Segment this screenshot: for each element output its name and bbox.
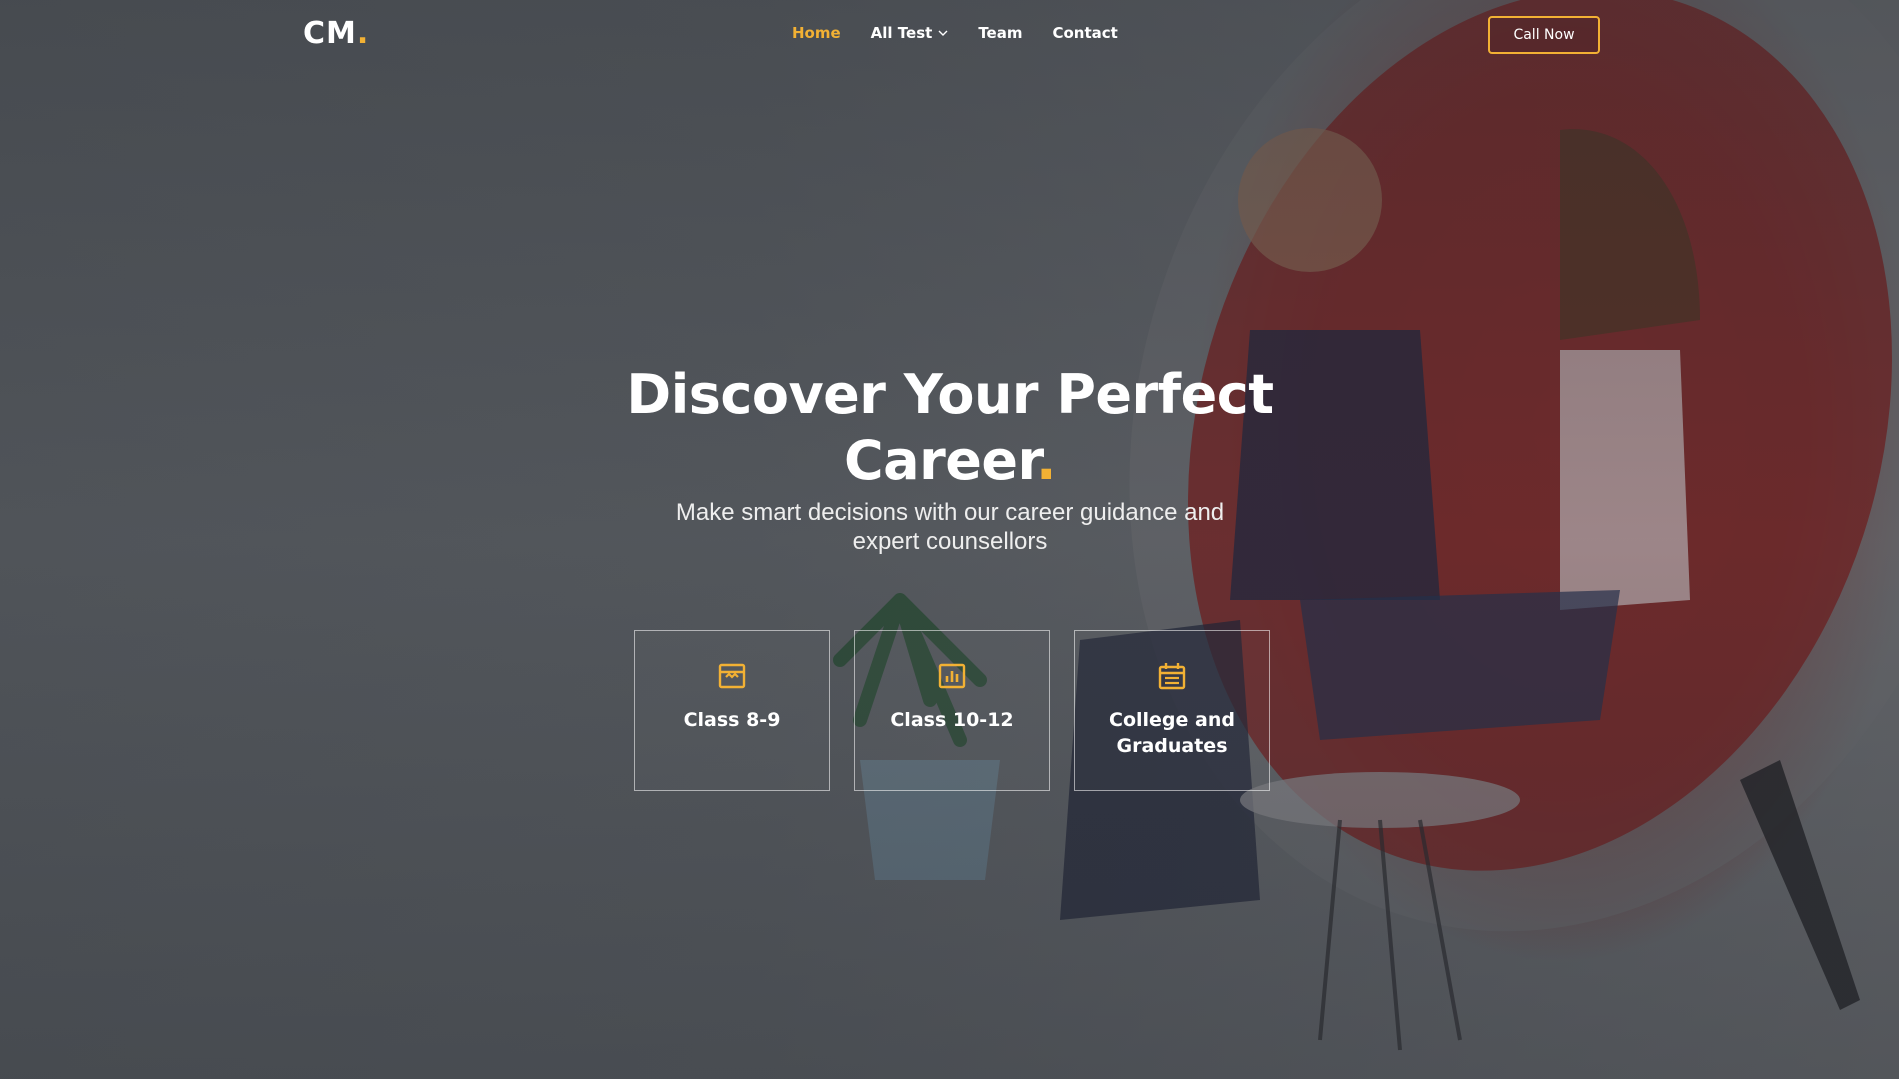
bar-chart-icon (938, 663, 966, 689)
card-label: Class 10-12 (890, 709, 1014, 731)
card-label: College and Graduates (1109, 709, 1235, 757)
card-class-10-12[interactable]: Class 10-12 (854, 630, 1050, 791)
nav-contact[interactable]: Contact (1052, 24, 1117, 42)
hero-title-line2: Career (844, 429, 1036, 492)
nav-all-test[interactable]: All Test (871, 24, 949, 42)
card-class-8-9[interactable]: Class 8-9 (634, 630, 830, 791)
logo-dot: . (356, 16, 370, 51)
hero-title-dot: . (1035, 429, 1057, 492)
card-college-graduates[interactable]: College and Graduates (1074, 630, 1270, 791)
hero-title: Discover Your Perfect Career. (600, 362, 1300, 494)
nav-links: Home All Test Team Contact (792, 24, 1118, 42)
hero-title-line1: Discover Your Perfect (626, 363, 1274, 426)
call-now-button[interactable]: Call Now (1488, 16, 1600, 54)
nav-home[interactable]: Home (792, 24, 841, 42)
navbar: CM. Home All Test Team Contact Call Now (0, 0, 1899, 70)
category-cards: Class 8-9 Class 10-12 College and Gradua… (634, 630, 1270, 791)
nav-team[interactable]: Team (978, 24, 1022, 42)
brand-logo[interactable]: CM. (303, 16, 369, 51)
card-label: Class 8-9 (683, 709, 781, 731)
logo-text: CM (303, 16, 357, 51)
calendar-icon (1158, 663, 1186, 690)
chevron-down-icon (938, 30, 948, 36)
archive-icon (718, 663, 746, 689)
hero-subtitle: Make smart decisions with our career gui… (675, 499, 1225, 555)
nav-all-test-label: All Test (870, 24, 933, 42)
